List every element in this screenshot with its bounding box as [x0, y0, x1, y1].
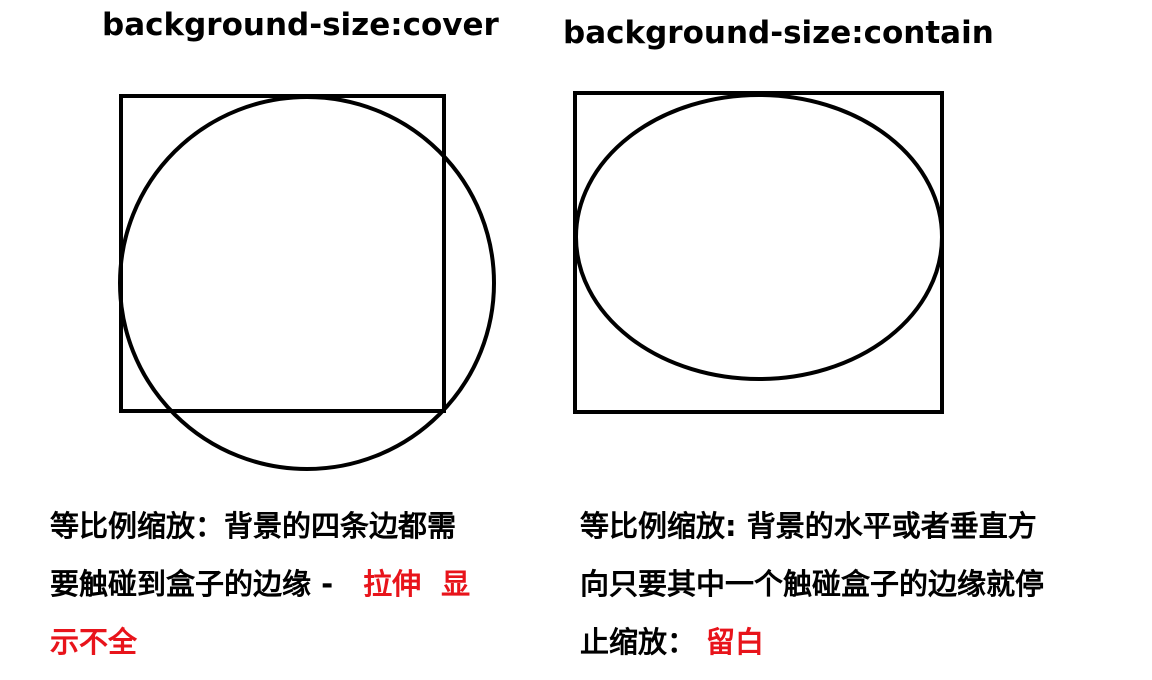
contain-desc-line-2: 向只要其中一个触碰盒子的边缘就停 — [580, 567, 1045, 601]
cover-description: 等比例缩放：背景的四条边都需 要触碰到盒子的边缘 - 拉伸显 示不全 — [50, 497, 470, 671]
contain-desc-line-1: 等比例缩放: 背景的水平或者垂直方 — [580, 509, 1037, 543]
contain-desc-line-3: 止缩放： 留白 — [580, 613, 1044, 671]
contain-description: 等比例缩放: 背景的水平或者垂直方 向只要其中一个触碰盒子的边缘就停 止缩放： 留… — [580, 497, 1044, 671]
cover-desc-line-1: 等比例缩放：背景的四条边都需 — [50, 509, 457, 543]
cover-highlight-show: 显 — [441, 567, 471, 601]
cover-desc-line-2-text: 要触碰到盒子的边缘 - — [50, 567, 334, 601]
contain-desc-line-3-text: 止缩放： — [580, 625, 697, 659]
cover-background-circle — [118, 95, 496, 471]
cover-desc-line-3: 示不全 — [50, 625, 138, 659]
cover-box — [119, 94, 446, 413]
cover-desc-line-2: 要触碰到盒子的边缘 - 拉伸显 — [50, 555, 470, 613]
diagram-canvas — [118, 91, 944, 471]
contain-background-ellipse — [574, 93, 944, 381]
contain-highlight-whitespace: 留白 — [706, 625, 765, 659]
contain-box — [573, 91, 944, 414]
cover-highlight-stretch: 拉伸 — [363, 567, 422, 601]
